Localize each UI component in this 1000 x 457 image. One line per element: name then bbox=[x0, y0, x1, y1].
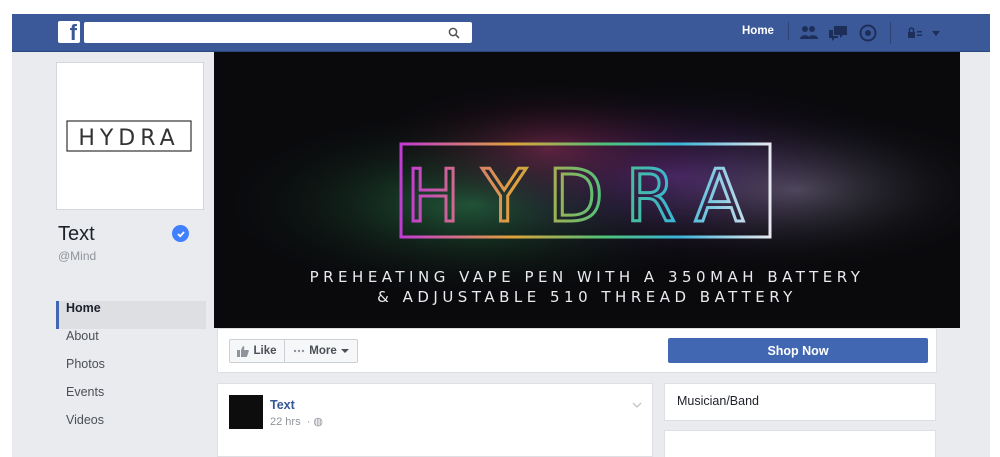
info-card bbox=[664, 430, 936, 457]
sidebar-item-about[interactable]: About bbox=[56, 329, 206, 357]
globe-icon: · ◍ bbox=[303, 416, 324, 428]
more-dots-icon bbox=[294, 349, 305, 353]
cover-photo[interactable]: HYDRA PREHEATING VAPE PEN WITH A 350MAH … bbox=[214, 52, 960, 328]
facebook-page-window: f Home HYDRA Text @Mind Home About Photo… bbox=[12, 14, 990, 457]
caret-down-icon bbox=[340, 349, 349, 353]
sidebar-item-photos[interactable]: Photos bbox=[56, 357, 206, 385]
svg-text:HYDRA: HYDRA bbox=[78, 126, 179, 151]
search-input[interactable] bbox=[84, 22, 446, 43]
account-menu-icon[interactable] bbox=[925, 23, 947, 43]
post-author-link[interactable]: Text bbox=[270, 398, 295, 412]
post-time: 22 hrs bbox=[270, 416, 301, 428]
facebook-logo-letter: f bbox=[69, 21, 77, 43]
nav-separator bbox=[890, 22, 891, 44]
nav-home-link[interactable]: Home bbox=[728, 22, 789, 40]
search-box bbox=[84, 22, 472, 43]
profile-hydra-logo: HYDRA bbox=[66, 120, 192, 152]
cover-logo: HYDRA bbox=[406, 154, 766, 238]
privacy-shortcuts-icon[interactable] bbox=[904, 23, 926, 43]
messages-icon[interactable] bbox=[827, 23, 849, 43]
more-label: More bbox=[309, 345, 337, 357]
avatar[interactable] bbox=[229, 395, 263, 429]
page-username[interactable]: @Mind bbox=[58, 249, 96, 263]
profile-picture[interactable]: HYDRA bbox=[56, 62, 204, 210]
thumbs-up-icon bbox=[237, 345, 250, 357]
page-nav-menu: Home About Photos Events Videos bbox=[56, 301, 206, 441]
post-card: Text 22 hrs · ◍ bbox=[217, 383, 653, 457]
sidebar-item-videos[interactable]: Videos bbox=[56, 413, 206, 441]
top-navigation-bar: f Home bbox=[12, 14, 990, 52]
page-title[interactable]: Text bbox=[58, 223, 95, 246]
search-icon bbox=[448, 27, 460, 39]
cover-tagline-line2: & ADJUSTABLE 510 THREAD BATTERY bbox=[377, 288, 797, 306]
left-sidebar: HYDRA Text @Mind Home About Photos Event… bbox=[12, 51, 222, 457]
more-button[interactable]: More bbox=[284, 339, 358, 363]
facebook-logo[interactable]: f bbox=[58, 21, 80, 43]
sidebar-item-events[interactable]: Events bbox=[56, 385, 206, 413]
search-button[interactable] bbox=[436, 22, 472, 43]
page-action-bar: Like More Shop Now bbox=[217, 328, 937, 373]
cover-art: HYDRA bbox=[214, 52, 960, 328]
post-timestamp[interactable]: 22 hrs · ◍ bbox=[270, 415, 323, 428]
like-label: Like bbox=[253, 345, 277, 357]
like-button[interactable]: Like bbox=[229, 339, 285, 363]
post-options-chevron-icon[interactable] bbox=[632, 396, 642, 414]
page-category[interactable]: Musician/Band bbox=[664, 383, 936, 421]
verified-badge-icon bbox=[172, 225, 189, 242]
friend-requests-icon[interactable] bbox=[798, 23, 820, 43]
cover-tagline-line1: PREHEATING VAPE PEN WITH A 350MAH BATTER… bbox=[309, 268, 865, 286]
sidebar-item-home[interactable]: Home bbox=[56, 301, 206, 329]
notifications-icon[interactable] bbox=[857, 23, 879, 43]
shop-now-button[interactable]: Shop Now bbox=[668, 338, 928, 363]
